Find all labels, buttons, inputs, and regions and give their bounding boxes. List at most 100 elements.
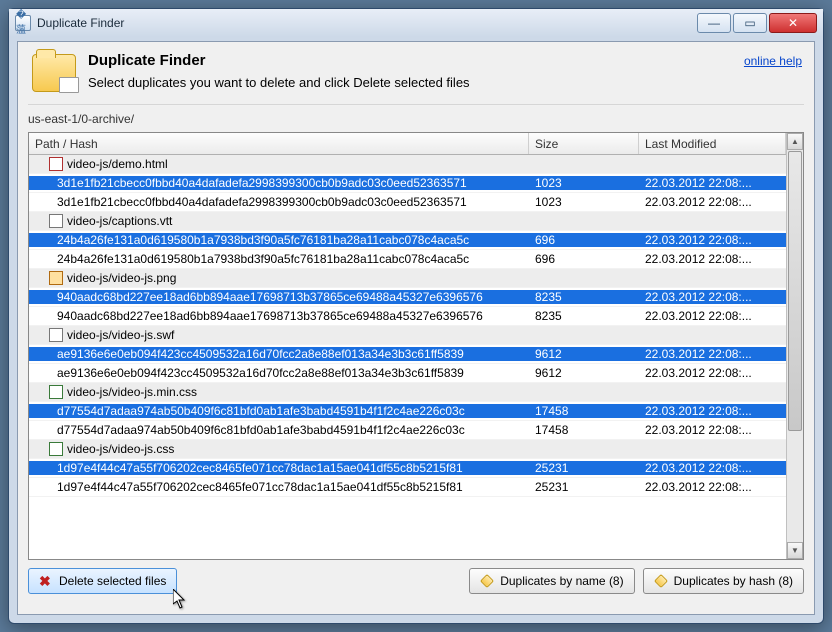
separator: [28, 104, 804, 106]
size-text: 9612: [529, 366, 639, 380]
size-text: 1023: [529, 195, 639, 209]
modified-text: 22.03.2012 22:08:...: [639, 404, 786, 418]
vertical-scrollbar[interactable]: ▲ ▼: [786, 133, 803, 559]
modified-text: 22.03.2012 22:08:...: [639, 366, 786, 380]
file-icon: [49, 442, 63, 456]
footer: ✖ Delete selected files Duplicates by na…: [18, 560, 814, 594]
online-help-link[interactable]: online help: [744, 52, 802, 68]
page-title: Duplicate Finder: [88, 52, 470, 69]
path-text: video-js/video-js.png: [67, 271, 176, 285]
table-row[interactable]: 1d97e4f44c47a55f706202cec8465fe071cc78da…: [29, 478, 786, 497]
delete-selected-button[interactable]: ✖ Delete selected files: [28, 568, 177, 594]
tag-icon: [480, 574, 494, 588]
col-path[interactable]: Path / Hash: [29, 133, 529, 154]
table-row[interactable]: video-js/video-js.png: [29, 269, 786, 288]
size-text: 1023: [529, 176, 639, 190]
table-row[interactable]: 1d97e4f44c47a55f706202cec8465fe071cc78da…: [29, 459, 786, 478]
modified-text: 22.03.2012 22:08:...: [639, 461, 786, 475]
grid-header: Path / Hash Size Last Modified: [29, 133, 786, 155]
modified-text: 22.03.2012 22:08:...: [639, 195, 786, 209]
modified-text: 22.03.2012 22:08:...: [639, 423, 786, 437]
table-row[interactable]: ae9136e6e0eb094f423cc4509532a16d70fcc2a8…: [29, 345, 786, 364]
scroll-down-button[interactable]: ▼: [787, 542, 803, 559]
path-text: 24b4a26fe131a0d619580b1a7938bd3f90a5fc76…: [57, 233, 469, 247]
byhash-label: Duplicates by hash (8): [674, 574, 793, 588]
duplicates-by-name-button[interactable]: Duplicates by name (8): [469, 568, 634, 594]
folder-icon: [32, 54, 76, 92]
file-icon: [49, 214, 63, 228]
col-modified[interactable]: Last Modified: [639, 133, 786, 154]
header: Duplicate Finder Select duplicates you w…: [18, 42, 814, 100]
file-icon: [49, 385, 63, 399]
modified-text: 22.03.2012 22:08:...: [639, 290, 786, 304]
path-text: video-js/video-js.swf: [67, 328, 174, 342]
page-subtitle: Select duplicates you want to delete and…: [88, 75, 470, 90]
byname-label: Duplicates by name (8): [500, 574, 623, 588]
table-row[interactable]: 3d1e1fb21cbecc0fbbd40a4dafadefa299839930…: [29, 193, 786, 212]
path-text: d77554d7adaa974ab50b409f6c81bfd0ab1afe3b…: [57, 423, 465, 437]
minimize-button[interactable]: —: [697, 13, 731, 33]
table-row[interactable]: video-js/demo.html: [29, 155, 786, 174]
grid-rows: video-js/demo.html 3d1e1fb21cbecc0fbbd40a…: [29, 155, 786, 497]
file-icon: [49, 157, 63, 171]
table-row[interactable]: 24b4a26fe131a0d619580b1a7938bd3f90a5fc76…: [29, 250, 786, 269]
path-text: 1d97e4f44c47a55f706202cec8465fe071cc78da…: [57, 461, 463, 475]
path-text: 3d1e1fb21cbecc0fbbd40a4dafadefa299839930…: [57, 176, 467, 190]
table-row[interactable]: 940aadc68bd227ee18ad6bb894aae17698713b37…: [29, 288, 786, 307]
modified-text: 22.03.2012 22:08:...: [639, 480, 786, 494]
path-text: 3d1e1fb21cbecc0fbbd40a4dafadefa299839930…: [57, 195, 467, 209]
path-text: video-js/captions.vtt: [67, 214, 172, 228]
maximize-button[interactable]: ▭: [733, 13, 767, 33]
table-row[interactable]: d77554d7adaa974ab50b409f6c81bfd0ab1afe3b…: [29, 402, 786, 421]
titlebar[interactable]: �薀 Duplicate Finder — ▭ ✕: [9, 9, 823, 37]
modified-text: 22.03.2012 22:08:...: [639, 233, 786, 247]
size-text: 8235: [529, 290, 639, 304]
scroll-up-button[interactable]: ▲: [787, 133, 803, 150]
table-row[interactable]: 940aadc68bd227ee18ad6bb894aae17698713b37…: [29, 307, 786, 326]
size-text: 17458: [529, 423, 639, 437]
size-text: 9612: [529, 347, 639, 361]
path-text: 1d97e4f44c47a55f706202cec8465fe071cc78da…: [57, 480, 463, 494]
delete-icon: ✖: [39, 574, 53, 588]
size-text: 696: [529, 233, 639, 247]
close-button[interactable]: ✕: [769, 13, 817, 33]
path-text: 940aadc68bd227ee18ad6bb894aae17698713b37…: [57, 290, 483, 304]
size-text: 17458: [529, 404, 639, 418]
modified-text: 22.03.2012 22:08:...: [639, 176, 786, 190]
size-text: 8235: [529, 309, 639, 323]
size-text: 25231: [529, 480, 639, 494]
table-row[interactable]: video-js/captions.vtt: [29, 212, 786, 231]
modified-text: 22.03.2012 22:08:...: [639, 252, 786, 266]
client-area: Duplicate Finder Select duplicates you w…: [17, 41, 815, 615]
results-grid: Path / Hash Size Last Modified video-js/…: [28, 132, 804, 560]
delete-label: Delete selected files: [59, 574, 166, 588]
col-size[interactable]: Size: [529, 133, 639, 154]
app-window: �薀 Duplicate Finder — ▭ ✕ Duplicate Find…: [8, 8, 824, 624]
scroll-track[interactable]: [787, 432, 803, 542]
path-text: d77554d7adaa974ab50b409f6c81bfd0ab1afe3b…: [57, 404, 465, 418]
duplicates-by-hash-button[interactable]: Duplicates by hash (8): [643, 568, 804, 594]
breadcrumb: us-east-1/0-archive/: [28, 112, 804, 126]
window-title: Duplicate Finder: [37, 16, 124, 30]
file-icon: [49, 271, 63, 285]
table-row[interactable]: video-js/video-js.swf: [29, 326, 786, 345]
size-text: 696: [529, 252, 639, 266]
path-text: video-js/demo.html: [67, 157, 168, 171]
table-row[interactable]: ae9136e6e0eb094f423cc4509532a16d70fcc2a8…: [29, 364, 786, 383]
path-text: ae9136e6e0eb094f423cc4509532a16d70fcc2a8…: [57, 366, 464, 380]
path-text: video-js/video-js.css: [67, 442, 174, 456]
table-row[interactable]: d77554d7adaa974ab50b409f6c81bfd0ab1afe3b…: [29, 421, 786, 440]
path-text: 940aadc68bd227ee18ad6bb894aae17698713b37…: [57, 309, 483, 323]
path-text: video-js/video-js.min.css: [67, 385, 197, 399]
tag-icon: [654, 574, 668, 588]
scroll-thumb[interactable]: [788, 151, 802, 431]
table-row[interactable]: video-js/video-js.min.css: [29, 383, 786, 402]
modified-text: 22.03.2012 22:08:...: [639, 309, 786, 323]
table-row[interactable]: video-js/video-js.css: [29, 440, 786, 459]
file-icon: [49, 328, 63, 342]
size-text: 25231: [529, 461, 639, 475]
app-icon: �薀: [15, 15, 31, 31]
path-text: ae9136e6e0eb094f423cc4509532a16d70fcc2a8…: [57, 347, 464, 361]
table-row[interactable]: 3d1e1fb21cbecc0fbbd40a4dafadefa299839930…: [29, 174, 786, 193]
table-row[interactable]: 24b4a26fe131a0d619580b1a7938bd3f90a5fc76…: [29, 231, 786, 250]
